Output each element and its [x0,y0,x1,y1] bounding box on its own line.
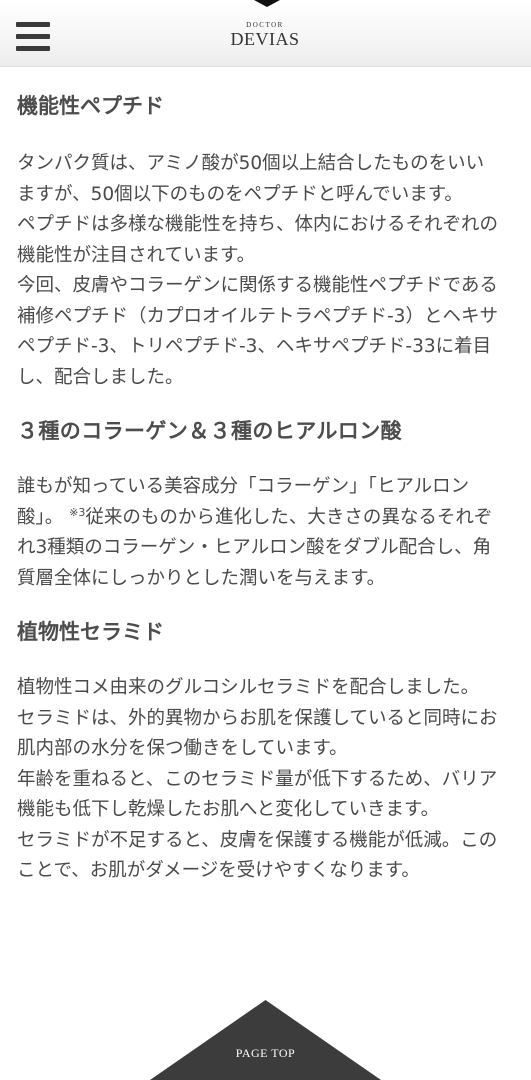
logo-small-text: DOCTOR [246,21,284,29]
page-top-triangle-icon [150,1000,381,1080]
section-body-ceramide-text: 植物性コメ由来のグルコシルセラミドを配合しました。 セラミドは、外的異物からお肌… [17,677,498,881]
page-top-button[interactable]: PAGE TOP [150,1000,381,1080]
section-body-collagen: 誰もが知っている美容成分「コラーゲン」「ヒアルロン酸」。 ※3従来のものから進化… [17,472,502,594]
collagen-text-after: 従来のものから進化した、大きさの異なるそれぞれ3種類のコラーゲン・ヒアルロン酸を… [17,506,493,589]
page-top-label: PAGE TOP [235,1046,296,1060]
section-body-peptide: タンパク質は、アミノ酸が50個以上結合したものをいいますが、50個以下のものをペ… [17,149,502,393]
site-header: DOCTOR DEVIAS [0,0,531,67]
footnote-marker: ※3 [69,505,86,519]
section-body-ceramide: 植物性コメ由来のグルコシルセラミドを配合しました。 セラミドは、外的異物からお肌… [17,673,502,887]
article-content: 機能性ペプチド タンパク質は、アミノ酸が50個以上結合したものをいいますが、50… [17,90,502,887]
section-title-ceramide: 植物性セラミド [17,620,164,644]
header-notch [254,0,280,7]
section-title-collagen: ３種のコラーゲン＆３種のヒアルロン酸 [17,419,402,443]
section-title-peptide: 機能性ペプチド [17,94,164,118]
logo-main-text: DEVIAS [230,29,300,49]
brand-logo[interactable]: DOCTOR DEVIAS [205,21,325,49]
hamburger-menu-icon[interactable] [16,22,50,52]
section-body-peptide-text: タンパク質は、アミノ酸が50個以上結合したものをいいますが、50個以下のものをペ… [17,153,499,388]
